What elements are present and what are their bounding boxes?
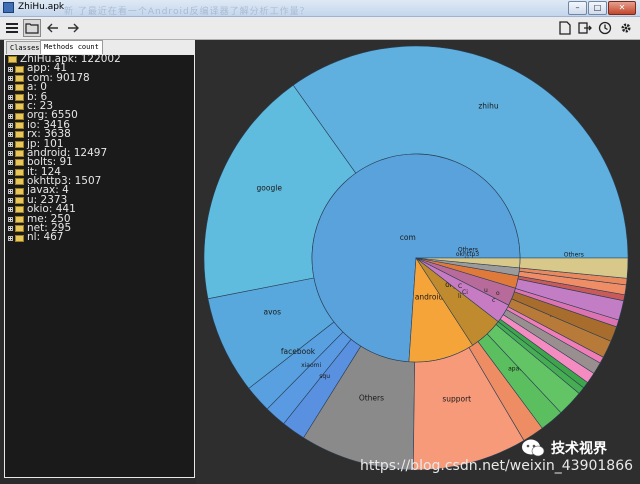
folder-icon [15, 140, 24, 148]
small-segment-label: c [492, 297, 495, 304]
back-arrow-icon[interactable] [44, 19, 62, 37]
open-folder-icon[interactable] [23, 19, 41, 37]
expand-icon[interactable] [8, 151, 13, 157]
tree-item-label: nl: 467 [27, 231, 64, 244]
folder-icon [15, 197, 24, 205]
tab-classes[interactable]: Classes [6, 41, 44, 55]
folder-icon [15, 159, 24, 167]
expand-icon[interactable] [8, 160, 13, 166]
outer-label: Others [564, 252, 584, 259]
gear-icon[interactable] [617, 19, 635, 37]
expand-icon[interactable] [8, 141, 13, 147]
outer-label: xiaomi [301, 362, 321, 369]
expand-icon[interactable] [8, 122, 13, 128]
expand-icon[interactable] [8, 235, 13, 241]
small-segment-label: o [496, 290, 500, 297]
app-icon [3, 2, 14, 13]
wechat-label: 技术视界 [551, 441, 607, 457]
outer-label: Others [359, 394, 384, 403]
package-tree: ZhiHu.apk: 122002 app: 41 com: 90178 a: 0b… [4, 54, 195, 478]
folder-icon [15, 225, 24, 233]
outer-label: google [257, 183, 283, 192]
document-icon[interactable] [556, 19, 574, 37]
forward-arrow-icon[interactable] [64, 19, 82, 37]
folder-icon [15, 150, 24, 158]
folder-icon [15, 131, 24, 139]
outer-label: facebook [281, 347, 316, 356]
folder-icon [15, 84, 24, 92]
window-titlebar: ZhiHu.apk 新 了最近在看一个Android反编译器了解分析工作量？ –… [0, 0, 640, 17]
outer-label: avos [263, 308, 281, 317]
expand-icon[interactable] [8, 104, 13, 110]
sunburst-chart: zhihu google avos facebook xiaomi squ Others su… [203, 45, 629, 471]
folder-icon [15, 206, 24, 214]
ghost-text: 新 了最近在看一个Android反编译器了解分析工作量？ [64, 7, 310, 17]
wechat-icon [522, 439, 545, 457]
expand-icon[interactable] [8, 198, 13, 204]
expand-icon[interactable] [8, 132, 13, 138]
expand-icon[interactable] [8, 75, 13, 81]
sunburst-chart-area: zhihu google avos facebook xiaomi squ Others su… [196, 40, 640, 484]
window-title: ZhiHu.apk [18, 2, 65, 12]
export-icon[interactable] [576, 19, 594, 37]
outer-label: zhihu [478, 102, 499, 111]
small-segment-label: u [484, 287, 488, 294]
folder-icon [15, 93, 24, 101]
expand-icon[interactable] [8, 216, 13, 222]
expand-icon[interactable] [8, 207, 13, 213]
history-icon[interactable] [596, 19, 614, 37]
folder-icon [15, 74, 24, 82]
minimize-button[interactable]: – [568, 1, 587, 15]
small-segment-label: Ci [462, 289, 468, 296]
folder-icon [15, 187, 24, 195]
expand-icon[interactable] [8, 179, 13, 185]
menu-icon[interactable] [3, 19, 21, 37]
folder-icon [15, 121, 24, 129]
inner-label: Others [458, 246, 478, 253]
folder-icon [8, 56, 17, 64]
outer-label: support [442, 395, 471, 404]
inner-label: com [400, 233, 416, 242]
maximize-button[interactable]: □ [588, 1, 607, 15]
folder-icon [15, 168, 24, 176]
expand-icon[interactable] [8, 188, 13, 194]
folder-icon [15, 103, 24, 111]
toolbar [0, 17, 640, 40]
outer-label: squ [319, 373, 330, 380]
expand-icon[interactable] [8, 85, 13, 91]
folder-icon [15, 112, 24, 120]
tab-methods-count[interactable]: Methods count [40, 40, 103, 55]
close-button[interactable]: ✕ [608, 1, 636, 15]
folder-icon [15, 65, 24, 73]
side-panel: Classes Methods count ZhiHu.apk: 122002 … [4, 40, 195, 478]
expand-icon[interactable] [8, 113, 13, 119]
folder-icon [15, 215, 24, 223]
expand-icon[interactable] [8, 66, 13, 72]
expand-icon[interactable] [8, 94, 13, 100]
folder-icon [15, 178, 24, 186]
wechat-watermark: 技术视界 [521, 438, 607, 458]
small-segment-label: li [458, 293, 462, 300]
expand-icon[interactable] [8, 226, 13, 232]
expand-icon[interactable] [8, 169, 13, 175]
tree-item[interactable]: nl: 467 [5, 231, 194, 244]
watermark-url: https://blog.csdn.net/weixin_43901866 [360, 458, 634, 474]
folder-icon [15, 234, 24, 242]
